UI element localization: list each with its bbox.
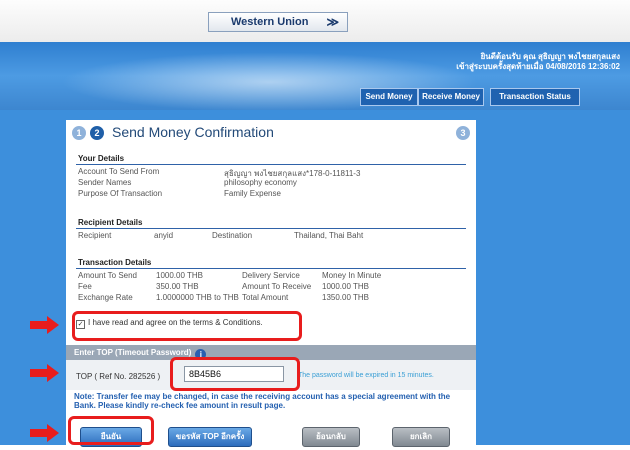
- confirmation-panel: 1 2 3 Send Money Confirmation Your Detai…: [66, 120, 476, 450]
- tab-receive-money[interactable]: Receive Money: [418, 88, 484, 106]
- section-divider: [76, 164, 466, 165]
- tab-send-money[interactable]: Send Money: [360, 88, 418, 106]
- page-title: Send Money Confirmation: [112, 124, 274, 140]
- delivery-service-value: Money In Minute: [322, 271, 382, 280]
- welcome-text: ยินดีต้อนรับ คุณ สุธิญญา พงไชยสกุลแสง: [480, 52, 620, 61]
- account-label: Account To Send From: [78, 167, 160, 176]
- destination-value: Thailand, Thai Baht: [294, 231, 364, 240]
- total-amount-value: 1350.00 THB: [322, 293, 369, 302]
- last-login-text: เข้าสู่ระบบครั้งสุดท้ายเมื่อ 04/08/2016 …: [456, 62, 620, 71]
- recipient-details-title: Recipient Details: [78, 218, 143, 227]
- otp-label: TOP ( Ref No. 282526 ): [76, 372, 161, 381]
- amount-to-send-value: 1000.00 THB: [156, 271, 203, 280]
- cancel-button[interactable]: ยกเลิก: [392, 427, 450, 447]
- your-details-title: Your Details: [78, 154, 125, 163]
- amount-to-receive-label: Amount To Receive: [242, 282, 312, 291]
- service-select[interactable]: Western Union ≫: [208, 12, 348, 32]
- fee-note: Note: Transfer fee may be changed, in ca…: [74, 392, 451, 410]
- amount-to-receive-value: 1000.00 THB: [322, 282, 369, 291]
- delivery-service-label: Delivery Service: [242, 271, 300, 280]
- chevron-down-icon: ≫: [326, 15, 339, 29]
- recipient-label: Recipient: [78, 231, 112, 240]
- step-2-indicator: 2: [90, 126, 104, 140]
- top-bar: Western Union ≫: [0, 0, 630, 42]
- step-3-indicator: 3: [456, 126, 470, 140]
- tab-transaction-status[interactable]: Transaction Status: [490, 88, 580, 106]
- service-select-value: Western Union: [231, 16, 309, 28]
- sender-value: philosophy economy: [224, 178, 297, 187]
- purpose-label: Purpose Of Transaction: [78, 189, 163, 198]
- otp-highlight-box: [170, 357, 300, 391]
- otp-expire-text: The password will be expired in 15 minut…: [298, 372, 434, 379]
- section-divider: [76, 268, 466, 269]
- destination-label: Destination: [212, 231, 253, 240]
- terms-highlight-box: [72, 311, 302, 341]
- total-amount-label: Total Amount: [242, 293, 289, 302]
- amount-to-send-label: Amount To Send: [78, 271, 138, 280]
- confirm-highlight-box: [68, 416, 154, 445]
- recipient-value: anyid: [154, 231, 174, 240]
- purpose-value: Family Expense: [224, 189, 281, 198]
- exchange-rate-label: Exchange Rate: [78, 293, 133, 302]
- section-divider: [76, 228, 466, 229]
- back-button[interactable]: ย้อนกลับ: [302, 427, 360, 447]
- fee-value: 350.00 THB: [156, 282, 199, 291]
- transaction-details-title: Transaction Details: [78, 258, 152, 267]
- sender-label: Sender Names: [78, 178, 132, 187]
- step-1-indicator: 1: [72, 126, 86, 140]
- exchange-rate-value: 1.0000000 THB to THB: [156, 293, 239, 302]
- otp-section-title: Enter TOP (Timeout Password): [74, 348, 192, 357]
- resend-top-button[interactable]: ขอรหัส TOP อีกครั้ง: [168, 427, 252, 447]
- fee-label: Fee: [78, 282, 92, 291]
- user-info: ยินดีต้อนรับ คุณ สุธิญญา พงไชยสกุลแสง เข…: [456, 52, 620, 72]
